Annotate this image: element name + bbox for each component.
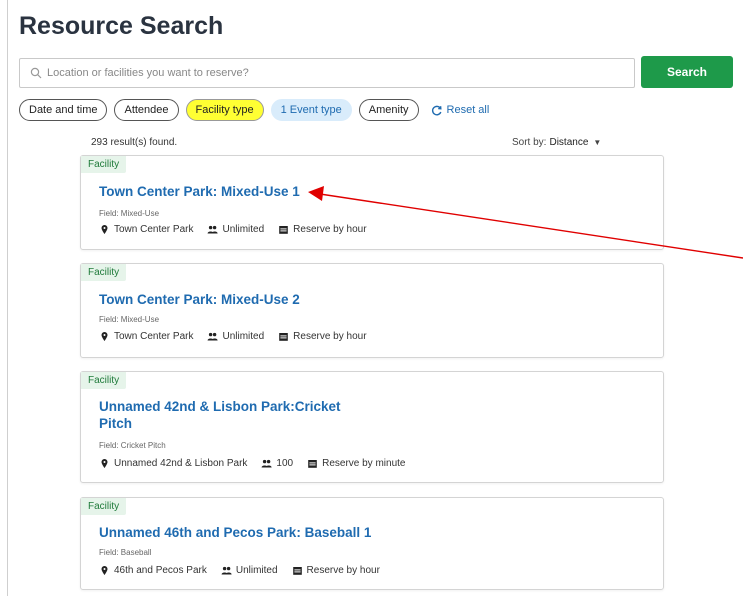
page-title: Resource Search <box>19 12 224 40</box>
results-count: 293 result(s) found. <box>91 137 178 148</box>
result-title-line: Town Center Park: Mixed-Use 1 <box>99 184 300 199</box>
result-reserve: Reserve by hour <box>293 224 367 235</box>
people-icon <box>207 224 219 235</box>
calendar-icon <box>278 331 289 342</box>
result-capacity: Unlimited <box>222 331 265 342</box>
people-icon <box>261 458 273 469</box>
result-field: Field: Baseball <box>99 548 152 557</box>
result-location: Unnamed 42nd & Lisbon Park <box>114 458 248 469</box>
result-title-link[interactable]: Unnamed 42nd & Lisbon Park:Cricket Pitch <box>99 398 341 432</box>
location-pin-icon <box>99 331 110 342</box>
people-icon <box>207 331 219 342</box>
result-meta: Town Center Park Unlimited Reserve by ho… <box>99 224 381 235</box>
search-input[interactable] <box>47 67 607 79</box>
result-title-line: Unnamed 46th and Pecos Park: Baseball 1 <box>99 525 372 540</box>
sort-dropdown[interactable]: Sort by: Distance ▼ <box>512 137 601 148</box>
result-meta: Unnamed 42nd & Lisbon Park 100 Reserve b… <box>99 458 419 469</box>
filter-event-type[interactable]: 1 Event type <box>270 99 352 121</box>
result-card[interactable]: Facility Unnamed 46th and Pecos Park: Ba… <box>80 497 664 590</box>
people-icon <box>221 565 232 576</box>
filter-facility-type[interactable]: Facility type <box>185 99 264 121</box>
filter-amenity[interactable]: Amenity <box>358 99 419 121</box>
refresh-icon <box>430 104 443 117</box>
result-capacity: Unlimited <box>222 224 265 235</box>
filter-attendee[interactable]: Attendee <box>114 99 179 121</box>
result-capacity: Unlimited <box>235 565 278 576</box>
result-location: Town Center Park <box>114 331 194 342</box>
facility-badge: Facility <box>81 372 127 389</box>
location-pin-icon <box>99 224 110 235</box>
facility-badge: Facility <box>81 264 127 281</box>
result-card[interactable]: Facility Town Center Park: Mixed-Use 2 F… <box>80 263 664 358</box>
result-title-link[interactable]: Town Center Park: Mixed-Use 2 <box>99 291 300 308</box>
result-reserve: Reserve by hour <box>293 331 367 342</box>
facility-badge: Facility <box>81 498 127 515</box>
sort-label: Sort by: <box>512 137 547 148</box>
result-card[interactable]: Facility Town Center Park: Mixed-Use 1 F… <box>80 155 664 250</box>
search-icon <box>30 67 42 79</box>
calendar-icon <box>307 458 318 469</box>
facility-badge: Facility <box>81 156 127 173</box>
result-title-line: Town Center Park: Mixed-Use 2 <box>99 292 300 307</box>
result-reserve: Reserve by minute <box>322 458 406 469</box>
result-capacity: 100 <box>276 458 294 469</box>
result-title-line: Unnamed 42nd & Lisbon Park:Cricket <box>99 399 341 414</box>
result-meta: Town Center Park Unlimited Reserve by ho… <box>99 331 381 342</box>
caret-down-icon: ▼ <box>593 138 602 147</box>
sort-value: Distance <box>549 137 589 148</box>
filter-bar: Date and time Attendee Facility type 1 E… <box>19 98 489 122</box>
result-field: Field: Mixed-Use <box>99 315 160 324</box>
calendar-icon <box>278 224 289 235</box>
result-field: Field: Mixed-Use <box>99 209 160 218</box>
result-reserve: Reserve by hour <box>306 565 380 576</box>
filter-date-time[interactable]: Date and time <box>19 99 108 121</box>
search-button[interactable]: Search <box>641 56 733 88</box>
result-meta: 46th and Pecos Park Unlimited Reserve by… <box>99 565 394 576</box>
location-pin-icon <box>99 458 110 469</box>
result-title-line: Pitch <box>99 416 133 431</box>
reset-all-label: Reset all <box>446 104 490 116</box>
calendar-icon <box>292 565 303 576</box>
result-card[interactable]: Facility Unnamed 42nd & Lisbon Park:Cric… <box>80 371 664 483</box>
result-title-link[interactable]: Unnamed 46th and Pecos Park: Baseball 1 <box>99 524 371 541</box>
search-box[interactable] <box>19 58 635 88</box>
result-field: Field: Cricket Pitch <box>99 441 166 450</box>
location-pin-icon <box>99 565 110 576</box>
result-location: 46th and Pecos Park <box>114 565 207 576</box>
result-title-link[interactable]: Town Center Park: Mixed-Use 1 <box>99 183 300 200</box>
result-location: Town Center Park <box>114 224 194 235</box>
reset-all-link[interactable]: Reset all <box>430 104 490 117</box>
